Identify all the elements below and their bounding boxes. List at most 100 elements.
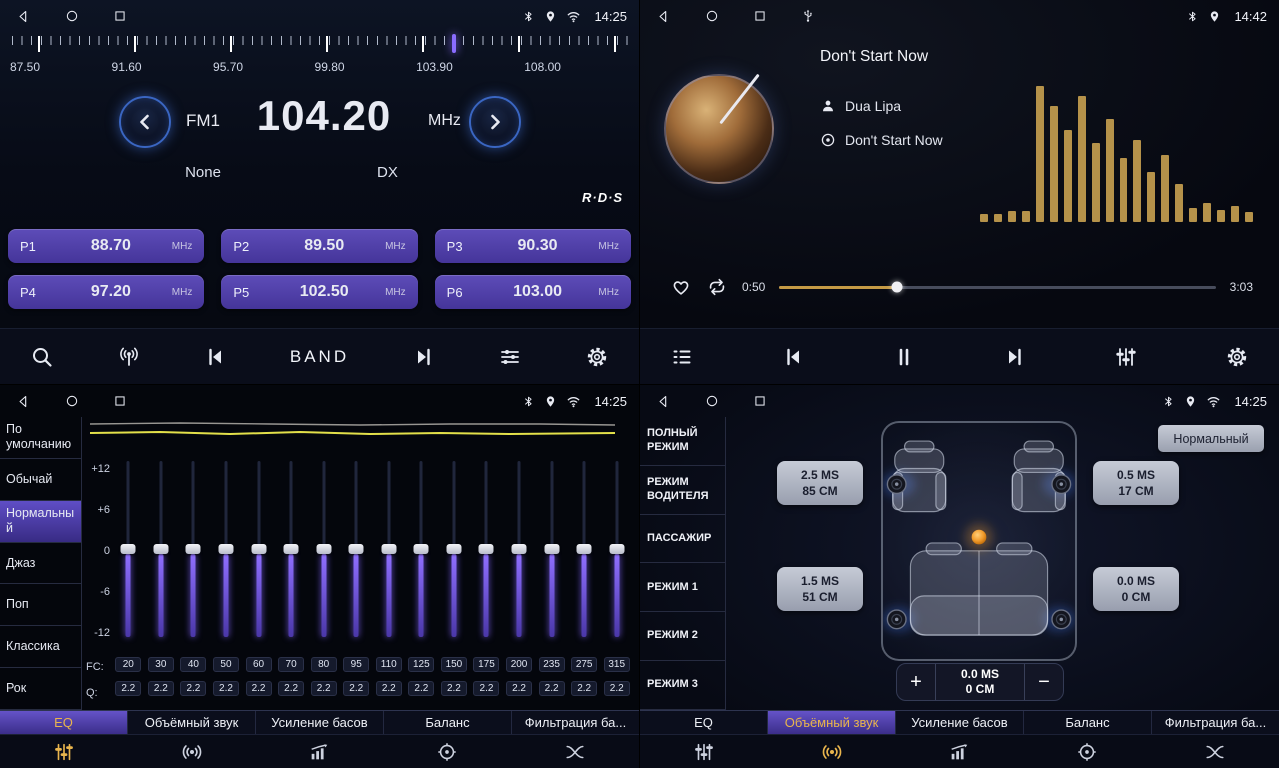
slider-handle[interactable] xyxy=(186,544,201,554)
eq-preset-3[interactable]: Джаз xyxy=(0,543,81,585)
back-icon[interactable] xyxy=(656,9,671,24)
tab-crossover-filter[interactable]: Фильтрация ба... xyxy=(512,711,639,734)
listening-mode-2[interactable]: ПАССАЖИР xyxy=(640,515,725,564)
slider-handle[interactable] xyxy=(153,544,168,554)
slider-handle[interactable] xyxy=(414,544,429,554)
tab-eq-sliders[interactable]: EQ xyxy=(640,711,768,734)
recent-apps-icon[interactable] xyxy=(113,9,127,23)
recent-apps-icon[interactable] xyxy=(113,394,127,408)
seek-bar-thumb[interactable] xyxy=(892,282,903,293)
seek-previous-icon[interactable] xyxy=(203,345,227,369)
tab-eq-sliders[interactable]: EQ xyxy=(0,711,128,734)
home-icon[interactable] xyxy=(705,394,719,408)
recent-apps-icon[interactable] xyxy=(753,394,767,408)
slider-handle[interactable] xyxy=(544,544,559,554)
radio-preset-p5[interactable]: P5102.50MHz xyxy=(221,275,417,309)
next-track-icon[interactable] xyxy=(1003,345,1027,369)
eq-band-slider[interactable] xyxy=(316,453,332,645)
slider-handle[interactable] xyxy=(512,544,527,554)
radio-preset-p2[interactable]: P289.50MHz xyxy=(221,229,417,263)
tune-up-button[interactable] xyxy=(469,96,521,148)
eq-band-slider[interactable] xyxy=(511,453,527,645)
back-icon[interactable] xyxy=(656,394,671,409)
tab-bass-boost[interactable]: Усиление басов xyxy=(896,711,1024,734)
eq-band-slider[interactable] xyxy=(185,453,201,645)
eq-band-slider[interactable] xyxy=(413,453,429,645)
gear-icon[interactable] xyxy=(585,345,609,369)
eq-sliders-icon[interactable] xyxy=(0,735,128,768)
eq-band-slider[interactable] xyxy=(609,453,625,645)
surround-sound-icon[interactable] xyxy=(128,735,256,768)
balance-icon[interactable] xyxy=(383,735,511,768)
audio-settings-icon[interactable] xyxy=(1114,345,1138,369)
eq-band-slider[interactable] xyxy=(348,453,364,645)
eq-band-slider[interactable] xyxy=(120,453,136,645)
broadcast-scan-icon[interactable] xyxy=(117,345,141,369)
eq-band-slider[interactable] xyxy=(576,453,592,645)
slider-handle[interactable] xyxy=(609,544,624,554)
bass-boost-icon[interactable] xyxy=(896,735,1024,768)
home-icon[interactable] xyxy=(65,394,79,408)
eq-band-slider[interactable] xyxy=(544,453,560,645)
bass-boost-icon[interactable] xyxy=(256,735,384,768)
radio-preset-p4[interactable]: P497.20MHz xyxy=(8,275,204,309)
home-icon[interactable] xyxy=(705,9,719,23)
eq-band-slider[interactable] xyxy=(478,453,494,645)
eq-band-slider[interactable] xyxy=(153,453,169,645)
crossover-filter-icon[interactable] xyxy=(511,735,639,768)
crossover-filter-icon[interactable] xyxy=(1151,735,1279,768)
slider-handle[interactable] xyxy=(577,544,592,554)
eq-preset-6[interactable]: Рок xyxy=(0,668,81,710)
listening-mode-1[interactable]: РЕЖИМ ВОДИТЕЛЯ xyxy=(640,466,725,515)
slider-handle[interactable] xyxy=(349,544,364,554)
slider-handle[interactable] xyxy=(284,544,299,554)
pause-icon[interactable] xyxy=(892,345,916,369)
back-icon[interactable] xyxy=(16,394,31,409)
recent-apps-icon[interactable] xyxy=(753,9,767,23)
listening-mode-4[interactable]: РЕЖИМ 2 xyxy=(640,612,725,661)
focus-point[interactable] xyxy=(972,530,987,545)
back-icon[interactable] xyxy=(16,9,31,24)
eq-preset-2[interactable]: Нормальный xyxy=(0,501,81,543)
seek-next-icon[interactable] xyxy=(412,345,436,369)
delay-increase-button[interactable]: + xyxy=(897,671,935,694)
tab-crossover-filter[interactable]: Фильтрация ба... xyxy=(1152,711,1279,734)
eq-band-slider[interactable] xyxy=(446,453,462,645)
frequency-ruler[interactable] xyxy=(10,36,629,56)
eq-preset-4[interactable]: Поп xyxy=(0,584,81,626)
tab-balance[interactable]: Баланс xyxy=(384,711,512,734)
slider-handle[interactable] xyxy=(218,544,233,554)
listening-mode-5[interactable]: РЕЖИМ 3 xyxy=(640,661,725,710)
slider-handle[interactable] xyxy=(381,544,396,554)
balance-icon[interactable] xyxy=(1023,735,1151,768)
soundfield-preset-button[interactable]: Нормальный xyxy=(1158,425,1264,452)
repeat-icon[interactable] xyxy=(706,276,728,298)
band-button[interactable]: BAND xyxy=(290,347,349,367)
delay-decrease-button[interactable]: − xyxy=(1025,671,1063,694)
surround-sound-icon[interactable] xyxy=(768,735,896,768)
tab-surround-sound[interactable]: Объёмный звук xyxy=(128,711,256,734)
tab-surround-sound[interactable]: Объёмный звук xyxy=(768,711,896,734)
listening-mode-0[interactable]: ПОЛНЫЙ РЕЖИМ xyxy=(640,417,725,466)
eq-sliders-icon[interactable] xyxy=(640,735,768,768)
eq-band-slider[interactable] xyxy=(283,453,299,645)
slider-handle[interactable] xyxy=(121,544,136,554)
listening-mode-3[interactable]: РЕЖИМ 1 xyxy=(640,563,725,612)
tab-bass-boost[interactable]: Усиление басов xyxy=(256,711,384,734)
playlist-icon[interactable] xyxy=(670,345,694,369)
tune-down-button[interactable] xyxy=(119,96,171,148)
eq-preset-5[interactable]: Классика xyxy=(0,626,81,668)
eq-preset-0[interactable]: По умолчанию xyxy=(0,417,81,459)
eq-band-slider[interactable] xyxy=(218,453,234,645)
eq-band-slider[interactable] xyxy=(381,453,397,645)
search-icon[interactable] xyxy=(30,345,54,369)
eq-preset-1[interactable]: Обычай xyxy=(0,459,81,501)
gear-icon[interactable] xyxy=(1225,345,1249,369)
seek-bar[interactable] xyxy=(779,286,1215,289)
eq-band-slider[interactable] xyxy=(251,453,267,645)
slider-handle[interactable] xyxy=(446,544,461,554)
favorite-icon[interactable] xyxy=(670,276,692,298)
tab-balance[interactable]: Баланс xyxy=(1024,711,1152,734)
slider-handle[interactable] xyxy=(251,544,266,554)
audio-settings-icon[interactable] xyxy=(498,345,522,369)
